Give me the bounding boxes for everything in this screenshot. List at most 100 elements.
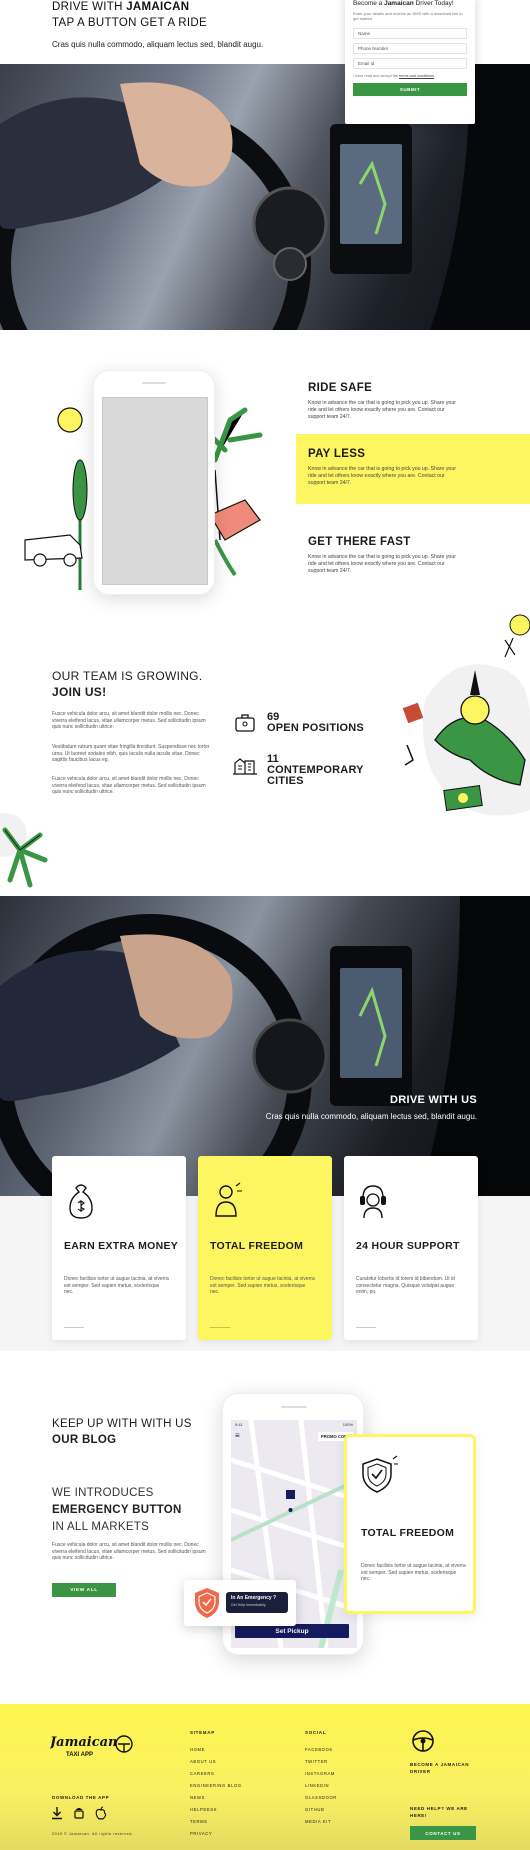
jamaican-taxi-logo[interactable]: Jamaican TAXI APP (50, 1732, 134, 1766)
footer-link-glassdoor[interactable]: GLASSDOOR (305, 1795, 337, 1807)
sitemap-column: SITEMAP HOME ABOUT US CAREERS ENGINEERIN… (190, 1730, 242, 1843)
hero-heading: DRIVE WITH JAMAICAN TAP A BUTTON GET A R… (52, 0, 312, 49)
drive-with-us-photo (0, 896, 530, 1196)
briefcase-icon (235, 714, 255, 732)
view-all-button[interactable]: VIEW ALL (52, 1583, 116, 1597)
blog-post-excerpt: Fusce vehicula dolor arcu, sit amet blan… (52, 1542, 206, 1562)
footer-link-twitter[interactable]: TWITTER (305, 1759, 337, 1771)
footer-link-media-kit[interactable]: MEDIA KIT (305, 1819, 337, 1831)
blog-feature-card: TOTAL FREEDOM Donec facilisis tortor ut … (344, 1434, 476, 1614)
team-paragraph: Vestibulum rutrum quam vitae fringilla t… (52, 744, 210, 764)
feature-text: Know in advance the car that is going to… (308, 554, 456, 574)
footer-link-home[interactable]: HOME (190, 1747, 242, 1759)
download-app-label: DOWNLOAD THE APP (52, 1795, 110, 1800)
email-field[interactable] (353, 58, 467, 69)
app-download-icons (50, 1806, 108, 1820)
benefit-text: Curabitur lobortis id lorem id bibendum.… (356, 1276, 455, 1296)
feature-text: Know in advance the car that is going to… (308, 466, 456, 486)
name-field[interactable] (353, 28, 467, 39)
benefit-card-earn-money: EARN EXTRA MONEY Donec facilisis tortor … (52, 1156, 186, 1340)
hamburger-menu-icon[interactable]: ≡ (235, 1431, 240, 1440)
feature-get-there-fast: GET THERE FAST Know in advance the car t… (296, 526, 530, 585)
terms-consent: I have read and accept the terms and con… (353, 74, 436, 78)
svg-text:Jamaican: Jamaican (50, 1735, 117, 1750)
status-bar: 9:41 100% (235, 1422, 353, 1427)
footer-link-linkedin[interactable]: LINKEDIN (305, 1783, 337, 1795)
benefit-title: EARN EXTRA MONEY (64, 1240, 179, 1252)
feature-ride-safe: RIDE SAFE Know in advance the car that i… (296, 372, 530, 431)
footer-link-news[interactable]: NEWS (190, 1795, 242, 1807)
blog-post-title[interactable]: WE INTRODUCES EMERGENCY BUTTON IN ALL MARK… (52, 1485, 182, 1536)
footer-link-terms[interactable]: TERMS (190, 1819, 242, 1831)
blog-section: KEEP UP WITH WITH US OUR BLOG WE INTRODUC… (0, 1351, 530, 1704)
palm-tree-decoration (0, 813, 48, 888)
need-help-label: NEED HELP? WE ARE HERE! (410, 1806, 468, 1818)
terms-link[interactable]: terms and conditions (399, 74, 434, 78)
feature-title: RIDE SAFE (308, 382, 373, 394)
copyright: 2019 © Jamaican. All rights reserved. (52, 1832, 134, 1836)
stat-label: CONTEMPORARY CITIES (267, 764, 364, 787)
phone-screen-placeholder (102, 397, 208, 585)
footer-link-instagram[interactable]: INSTAGRAM (305, 1771, 337, 1783)
footer-link-engineering-blog[interactable]: ENGINEERING BLOG (190, 1783, 242, 1795)
footer-link-facebook[interactable]: FACEBOOK (305, 1747, 337, 1759)
person-icon (215, 1182, 242, 1217)
feature-title: PAY LESS (308, 448, 366, 460)
sitemap-heading: SITEMAP (190, 1730, 215, 1735)
social-column: SOCIAL FACEBOOK TWITTER INSTAGRAM LINKED… (305, 1730, 337, 1831)
drive-with-us-subtitle: Cras quis nulla commodo, aliquam lectus … (265, 1112, 477, 1121)
drive-with-us-title: DRIVE WITH US (389, 1094, 477, 1106)
features-section: RIDE SAFE Know in advance the car that i… (0, 330, 530, 610)
team-section: OUR TEAM IS GROWING. JOIN US! Fusce vehic… (0, 610, 530, 895)
card-title: TOTAL FREEDOM (361, 1527, 455, 1539)
shield-check-icon (362, 1455, 398, 1493)
become-driver-link[interactable]: BECOME A JAMAICAN DRIVER (410, 1761, 470, 1775)
hero-section: DRIVE WITH JAMAICAN TAP A BUTTON GET A R… (0, 0, 530, 330)
team-paragraph: Fusce vehicula dolor arcu, sit amet blan… (52, 711, 206, 731)
site-footer: Jamaican TAXI APP DOWNLOAD THE APP 2019 … (0, 1704, 530, 1850)
blog-heading: KEEP UP WITH WITH US OUR BLOG (52, 1418, 192, 1446)
apple-icon[interactable] (94, 1806, 108, 1820)
emergency-message[interactable]: In An Emergency ? Get Help Immediately (226, 1592, 288, 1613)
social-heading: SOCIAL (305, 1730, 327, 1735)
card-text: Donec facilisis tortor ut augue lacinia,… (361, 1563, 466, 1583)
stat-label: OPEN POSITIONS (267, 722, 364, 734)
stat-cities: 11 CONTEMPORARY CITIES (232, 754, 377, 787)
brand-name: JAMAICAN (126, 1, 190, 13)
emergency-popup: In An Emergency ? Get Help Immediately (184, 1580, 296, 1626)
footer-link-helpdesk[interactable]: HELPDESK (190, 1807, 242, 1819)
jamaican-character-illustration (402, 614, 530, 816)
submit-button[interactable]: SUBMIT (353, 83, 467, 96)
contact-us-button[interactable]: CONTACT US (410, 1826, 476, 1840)
hero-tagline: TAP A BUTTON GET A RIDE (52, 17, 207, 29)
footer-link-about-us[interactable]: ABOUT US (190, 1759, 242, 1771)
footer-link-privacy[interactable]: PRIVACY (190, 1831, 242, 1843)
svg-text:TAXI APP: TAXI APP (66, 1752, 93, 1758)
benefit-title: 24 HOUR SUPPORT (356, 1240, 460, 1252)
android-icon[interactable] (72, 1806, 86, 1820)
phone-mockup (93, 370, 215, 595)
benefit-card-total-freedom: TOTAL FREEDOM Donec facilisis tortor ut … (198, 1156, 332, 1340)
benefit-card-24-hour-support: 24 HOUR SUPPORT Curabitur lobortis id lo… (344, 1156, 478, 1340)
download-icon[interactable] (50, 1806, 64, 1820)
team-paragraph: Fusce vehicula dolor arcu, sit amet blan… (52, 776, 206, 796)
benefit-text: Donec facilisis tortor ut augue lacinia,… (64, 1276, 169, 1296)
form-description: Enter your details and receive an SMS wi… (353, 11, 463, 21)
footer-link-github[interactable]: GITHUB (305, 1807, 337, 1819)
feature-pay-less: PAY LESS Know in advance the car that is… (296, 434, 530, 504)
phone-number-field[interactable] (353, 43, 467, 54)
support-headset-icon (360, 1185, 386, 1219)
team-heading: OUR TEAM IS GROWING. JOIN US! (52, 669, 203, 699)
steering-wheel-illustration (0, 896, 530, 1196)
city-icon (233, 758, 257, 775)
form-title: Become a Jamaican Driver Today! (353, 0, 454, 7)
benefit-title: TOTAL FREEDOM (210, 1240, 304, 1252)
money-bag-icon (69, 1184, 93, 1219)
shield-check-icon (195, 1588, 219, 1618)
feature-text: Know in advance the car that is going to… (308, 400, 456, 420)
footer-link-careers[interactable]: CAREERS (190, 1771, 242, 1783)
hero-subtitle: Cras quis nulla commodo, aliquam lectus … (52, 40, 264, 49)
steering-wheel-icon (412, 1730, 434, 1752)
set-pickup-button[interactable]: Set Pickup (235, 1624, 349, 1638)
driver-signup-form: Become a Jamaican Driver Today! Enter yo… (345, 0, 475, 124)
